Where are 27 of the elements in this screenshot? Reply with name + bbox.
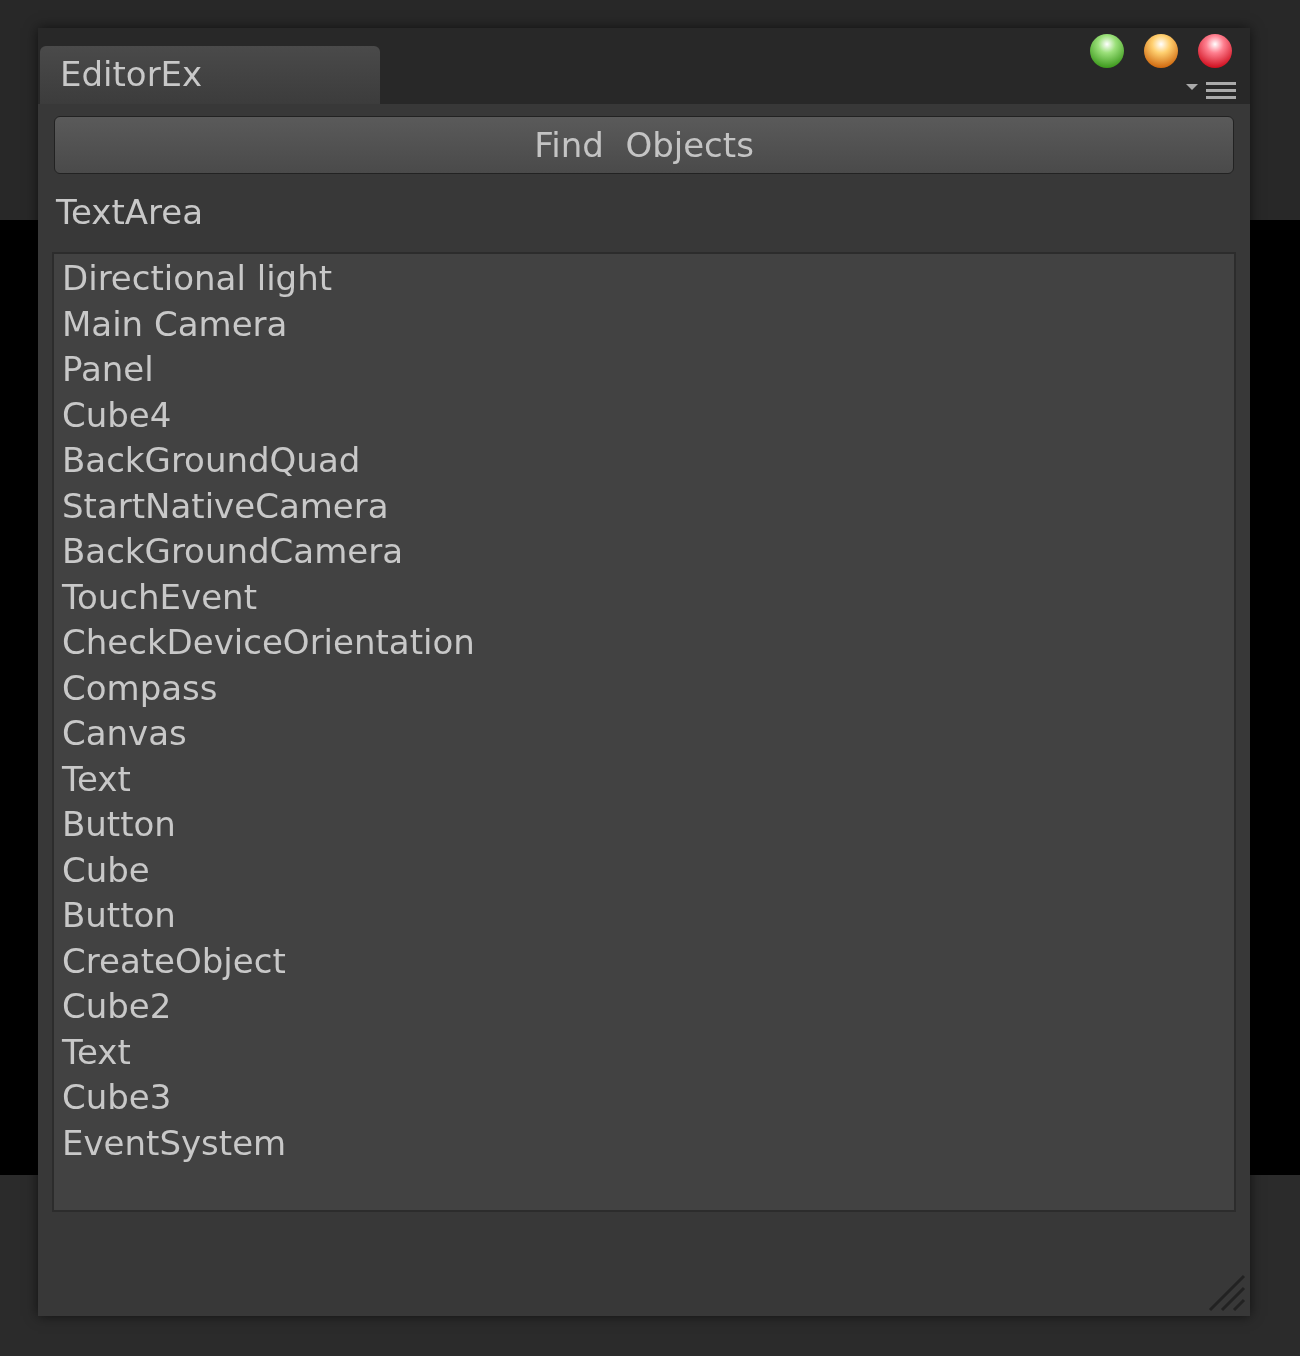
text-line: Text xyxy=(62,757,131,801)
window-tab[interactable]: EditorEx xyxy=(40,46,380,104)
text-line: TouchEvent xyxy=(62,575,257,619)
text-line: Panel xyxy=(62,348,154,391)
text-line: Cube xyxy=(62,848,150,892)
maximize-icon[interactable] xyxy=(1144,34,1178,68)
text-line: Canvas xyxy=(62,712,187,755)
text-line: Text xyxy=(62,1030,131,1074)
text-line: Compass xyxy=(62,666,218,710)
text-line: EventSystem xyxy=(62,1121,287,1165)
menu-icon[interactable] xyxy=(1186,80,1236,102)
text-line: BackGroundCamera xyxy=(62,530,404,573)
text-line: BackGroundQuad xyxy=(62,439,361,482)
text-line: Cube2 xyxy=(62,985,172,1028)
text-area-label: TextArea xyxy=(56,192,204,234)
text-line: Button xyxy=(62,803,176,846)
text-line: CheckDeviceOrientation xyxy=(62,621,475,664)
text-line: Button xyxy=(62,894,176,937)
text-line: Main Camera xyxy=(62,302,288,346)
text-line: CreateObject xyxy=(62,939,286,983)
text-line: Cube4 xyxy=(62,393,172,437)
close-icon[interactable] xyxy=(1198,34,1232,68)
minimize-icon[interactable] xyxy=(1090,34,1124,68)
text-line: Cube3 xyxy=(62,1076,172,1119)
find-objects-button[interactable]: Find Objects xyxy=(54,116,1234,174)
text-line: StartNativeCamera xyxy=(62,484,389,528)
text-line: Directional light xyxy=(62,257,333,300)
